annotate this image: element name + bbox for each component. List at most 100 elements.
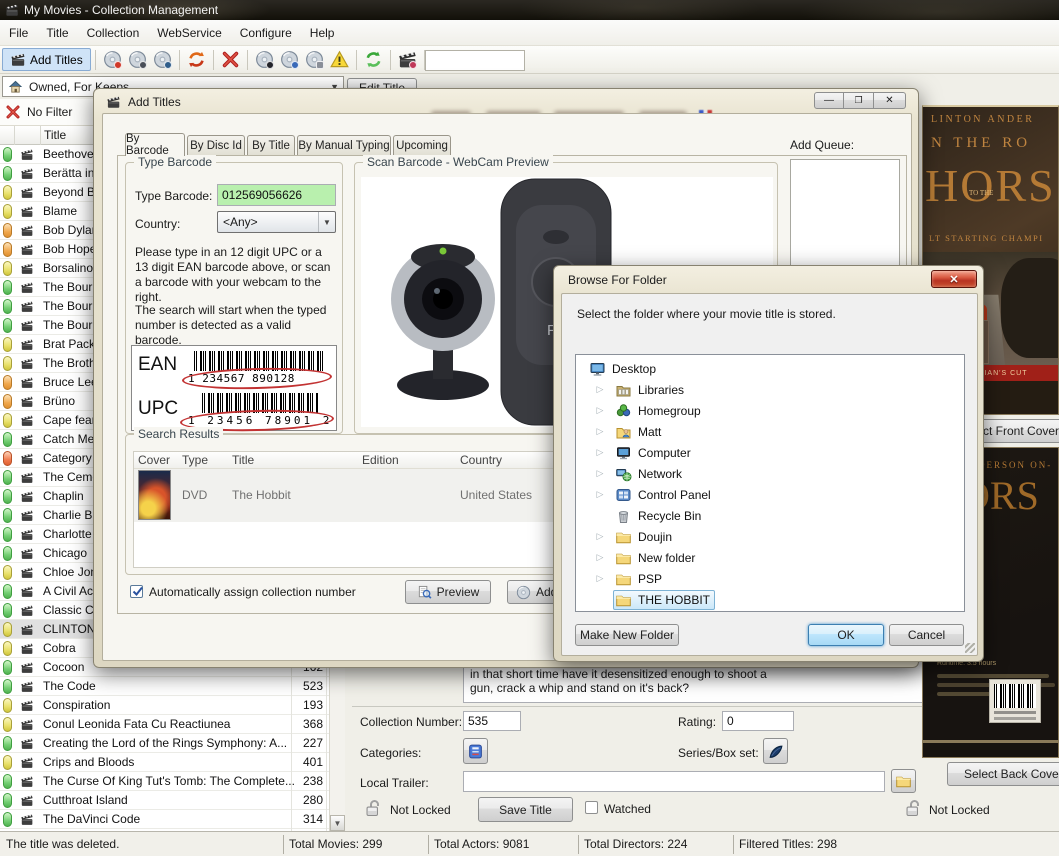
close-button[interactable]: ✕ (874, 92, 906, 109)
series-icon (767, 743, 784, 760)
clapper-icon (20, 528, 34, 541)
menu-configure[interactable]: Configure (231, 22, 301, 44)
tree-item-psp[interactable]: ▷PSP (576, 568, 964, 589)
expand-arrow-icon[interactable]: ▷ (587, 552, 613, 563)
minimize-button[interactable]: — (814, 92, 844, 109)
disc-webcam-icon[interactable] (252, 48, 277, 71)
expand-arrow-icon[interactable]: ▷ (587, 489, 613, 500)
expand-arrow-icon[interactable]: ▷ (587, 573, 613, 584)
tree-item-new-folder[interactable]: ▷New folder (576, 547, 964, 568)
country-dropdown[interactable]: <Any> ▼ (217, 211, 336, 233)
expand-arrow-icon[interactable]: ▷ (587, 426, 613, 437)
tree-item-control-panel[interactable]: ▷Control Panel (576, 484, 964, 505)
local-trailer-field[interactable] (463, 771, 885, 792)
expand-arrow-icon[interactable]: ▷ (587, 531, 613, 542)
tree-item-computer[interactable]: ▷Computer (576, 442, 964, 463)
tab-by-disc-id[interactable]: By Disc Id (187, 135, 245, 155)
rating-label: Rating: (678, 715, 716, 729)
movie-row[interactable]: Cutthroat Island280 (0, 791, 345, 810)
tree-item-matt[interactable]: ▷Matt (576, 421, 964, 442)
series-box-set-button[interactable] (763, 738, 788, 764)
make-new-folder-button[interactable]: Make New Folder (575, 624, 679, 646)
expand-arrow-icon[interactable]: ▷ (587, 468, 613, 479)
tree-item-network[interactable]: ▷Network (576, 463, 964, 484)
window-titlebar[interactable]: My Movies - Collection Management (0, 0, 1059, 20)
result-cover-thumbnail (138, 470, 171, 520)
lock-icon[interactable] (903, 797, 923, 819)
watched-checkbox[interactable] (585, 801, 598, 814)
disc-import-icon[interactable] (125, 48, 150, 71)
menu-title[interactable]: Title (37, 22, 77, 44)
movie-number: 314 (292, 812, 323, 826)
close-icon: ✕ (949, 273, 958, 286)
movie-row[interactable]: The Code523 (0, 677, 345, 696)
expand-arrow-icon[interactable]: ▷ (587, 447, 613, 458)
sync-icon[interactable] (184, 48, 209, 71)
status-pill-icon (3, 299, 12, 314)
resize-grip[interactable] (965, 643, 975, 653)
movie-title: Beethove (43, 147, 94, 161)
tree-item-homegroup[interactable]: ▷Homegroup (576, 400, 964, 421)
tree-item-label: Libraries (638, 383, 684, 397)
refresh-icon[interactable] (361, 48, 386, 71)
tab-by-manual-typing[interactable]: By Manual Typing (297, 135, 391, 155)
title-filter-input[interactable] (425, 50, 525, 71)
expand-arrow-icon[interactable]: ▷ (587, 405, 613, 416)
maximize-button[interactable]: ❐ (844, 92, 874, 109)
disc-update-icon[interactable] (100, 48, 125, 71)
status-pill-icon (3, 793, 12, 808)
menu-collection[interactable]: Collection (78, 22, 149, 44)
scroll-down-icon[interactable]: ▼ (330, 815, 345, 831)
lock-icon[interactable] (363, 797, 383, 819)
movie-row[interactable]: The DaVinci Code314 (0, 810, 345, 829)
movie-row[interactable]: Creating the Lord of the Rings Symphony:… (0, 734, 345, 753)
barcode-input[interactable]: 012569056626 (217, 184, 336, 206)
tab-by-title[interactable]: By Title (247, 135, 295, 155)
save-title-button[interactable]: Save Title (478, 797, 573, 822)
movie-row[interactable]: Conspiration193 (0, 696, 345, 715)
movie-row[interactable]: Conul Leonida Fata Cu Reactiunea368 (0, 715, 345, 734)
disc-export-icon[interactable] (150, 48, 175, 71)
add-titles-button[interactable]: Add Titles (2, 48, 91, 71)
tree-item-libraries[interactable]: ▷ Libraries (576, 379, 964, 400)
tree-item-desktop[interactable]: Desktop (576, 358, 964, 379)
clapper-icon (20, 794, 34, 807)
clapper-icon (20, 623, 34, 636)
disc-covers-icon[interactable] (302, 48, 327, 71)
tree-item-doujin[interactable]: ▷Doujin (576, 526, 964, 547)
cancel-button[interactable]: Cancel (889, 624, 964, 646)
total-directors: Total Directors: 224 (584, 837, 687, 851)
tab-upcoming[interactable]: Upcoming (393, 135, 451, 155)
movie-row[interactable]: Crips and Bloods401 (0, 753, 345, 772)
auto-assign-checkbox[interactable] (130, 585, 143, 598)
movie-row[interactable]: The Curse Of King Tut's Tomb: The Comple… (0, 772, 345, 791)
tab-by-barcode[interactable]: By Barcode (125, 133, 185, 156)
browse-trailer-button[interactable] (891, 769, 916, 793)
categories-button[interactable] (463, 738, 488, 764)
menu-help[interactable]: Help (301, 22, 344, 44)
warning-icon[interactable] (327, 48, 352, 71)
rating-field[interactable]: 0 (722, 711, 794, 731)
status-pill-icon (3, 470, 12, 485)
menu-file[interactable]: File (0, 22, 37, 44)
expand-arrow-icon[interactable]: ▷ (587, 384, 613, 395)
status-pill-icon (3, 717, 12, 732)
select-back-cover-button[interactable]: Select Back Cover (947, 762, 1059, 786)
ok-button[interactable]: OK (808, 624, 884, 646)
tree-item-recycle-bin[interactable]: Recycle Bin (576, 505, 964, 526)
movie-title: The Bourn (43, 318, 99, 332)
delete-icon[interactable] (218, 48, 243, 71)
movie-number: 368 (292, 717, 323, 731)
disc-icon (516, 585, 531, 600)
menu-webservice[interactable]: WebService (148, 22, 230, 44)
clapper-icon (20, 205, 34, 218)
close-button[interactable]: ✕ (931, 270, 977, 288)
tree-item-the-hobbit[interactable]: THE HOBBIT (576, 589, 964, 610)
type-barcode-group: Type Barcode Type Barcode: 012569056626 … (125, 162, 343, 434)
clapper-filter-icon[interactable] (395, 48, 420, 71)
clapper-icon (20, 547, 34, 560)
disc-profile-icon[interactable] (277, 48, 302, 71)
preview-button[interactable]: Preview (405, 580, 491, 604)
collection-number-field[interactable]: 535 (463, 711, 521, 731)
toolbar-separator (390, 50, 391, 70)
